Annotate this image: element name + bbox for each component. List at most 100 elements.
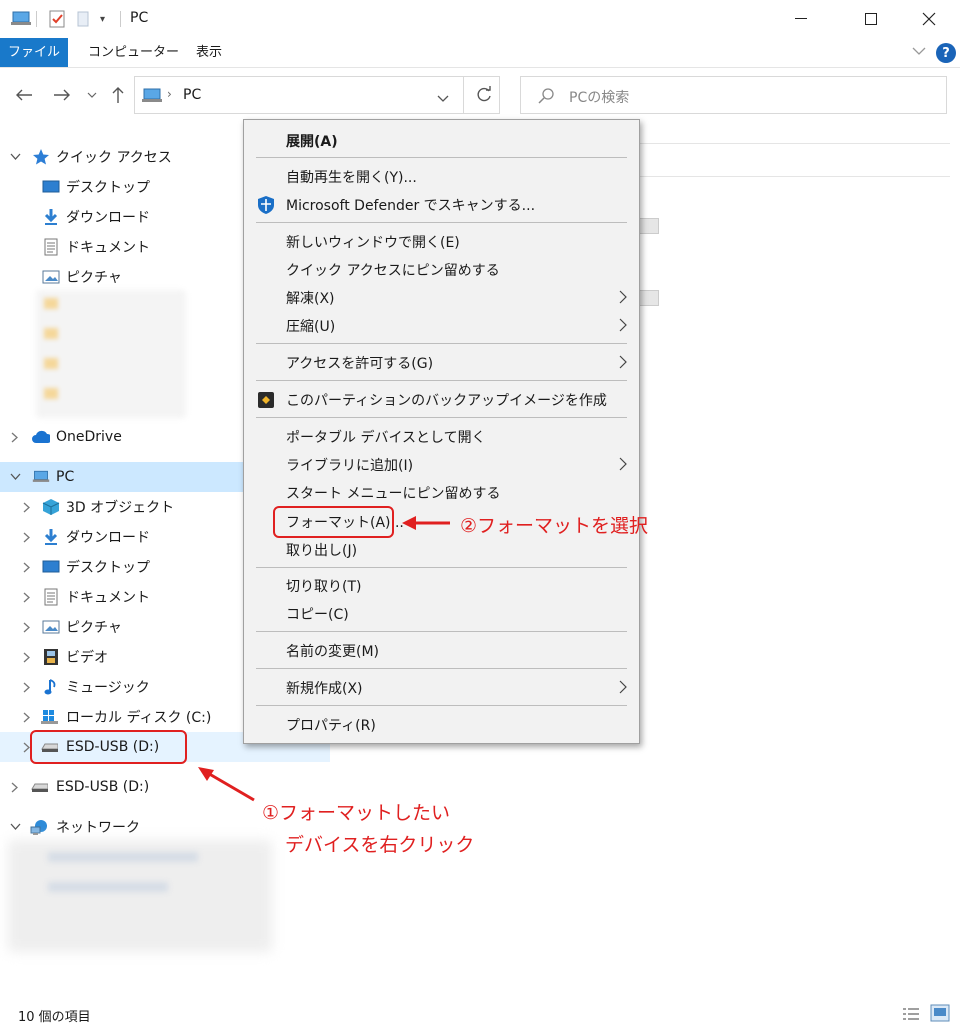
folder-icon [44, 388, 58, 399]
menu-item-give-access[interactable]: アクセスを許可する(G) [246, 350, 637, 376]
customize-toolbar-icon[interactable]: ▾ [100, 8, 105, 30]
chevron-right-icon[interactable] [20, 650, 34, 664]
chevron-right-icon[interactable] [20, 500, 34, 514]
pc-icon [10, 8, 32, 30]
search-input[interactable]: PCの検索 [520, 76, 947, 114]
navigation-bar: › PC PCの検索 [0, 74, 960, 116]
chevron-right-icon[interactable] [20, 620, 34, 634]
submenu-arrow-icon [619, 355, 627, 372]
annotation-step1-line1: ①フォーマットしたい [262, 802, 451, 824]
chevron-right-icon[interactable] [20, 590, 34, 604]
forward-button[interactable] [50, 82, 74, 108]
menu-item-pin-start[interactable]: スタート メニューにピン留めする [246, 480, 637, 506]
address-bar[interactable]: › PC [134, 76, 500, 114]
breadcrumb-pc[interactable]: PC [183, 87, 201, 103]
menu-separator [256, 668, 627, 669]
sidebar-item-label: ローカル ディスク (C:) [66, 710, 212, 726]
properties-icon[interactable] [48, 8, 66, 30]
menu-item-label: 解凍(X) [286, 291, 335, 307]
chevron-right-icon[interactable] [20, 560, 34, 574]
sidebar-item-label: デスクトップ [66, 560, 150, 576]
cube-icon [42, 498, 60, 516]
menu-item-open-portable[interactable]: ポータブル デバイスとして開く [246, 424, 637, 450]
status-bar: 10 個の項目 [0, 1000, 960, 1030]
item-count: 10 個の項目 [18, 1010, 91, 1025]
network-icon [30, 818, 48, 836]
menu-item-new[interactable]: 新規作成(X) [246, 675, 637, 701]
menu-separator [256, 380, 627, 381]
desktop-icon [42, 558, 60, 576]
sidebar-item-label: 3D オブジェクト [66, 500, 175, 516]
menu-item-rename[interactable]: 名前の変更(M) [246, 638, 637, 664]
submenu-arrow-icon [619, 318, 627, 335]
sidebar-item-label: ピクチャ [66, 270, 122, 286]
blurred-network-item [48, 852, 198, 862]
details-view-icon[interactable] [902, 1006, 920, 1026]
new-folder-icon[interactable] [76, 8, 90, 30]
sidebar-item-label: ミュージック [66, 680, 150, 696]
chevron-down-icon[interactable] [8, 150, 22, 164]
chevron-down-icon[interactable] [8, 470, 22, 484]
menu-item-label: クイック アクセスにピン留めする [286, 263, 500, 279]
menu-item-label: 名前の変更(M) [286, 644, 380, 660]
tab-file[interactable]: ファイル [0, 38, 68, 67]
chevron-right-icon[interactable] [20, 530, 34, 544]
menu-item-expand[interactable]: 展開(A) [246, 128, 637, 154]
breadcrumb-separator-icon[interactable]: › [167, 87, 172, 101]
sidebar-item-label: ネットワーク [56, 820, 140, 836]
up-button[interactable] [106, 82, 130, 108]
chevron-right-icon[interactable] [20, 680, 34, 694]
sidebar-item-label: ビデオ [66, 650, 108, 666]
help-icon[interactable]: ? [936, 43, 956, 63]
menu-item-pin-quick-access[interactable]: クイック アクセスにピン留めする [246, 257, 637, 283]
tab-view[interactable]: 表示 [182, 38, 236, 67]
chevron-right-icon[interactable] [20, 710, 34, 724]
cloud-icon [32, 428, 50, 446]
menu-item-label: 切り取り(T) [286, 579, 362, 595]
sidebar-item-label: デスクトップ [66, 180, 150, 196]
sidebar-item-label: ピクチャ [66, 620, 122, 636]
minimize-button[interactable] [778, 4, 824, 34]
chevron-down-icon[interactable] [8, 820, 22, 834]
menu-item-properties[interactable]: プロパティ(R) [246, 712, 637, 738]
annotation-highlight-usb [30, 730, 187, 764]
sidebar-item-label: ドキュメント [66, 590, 150, 606]
menu-item-eject[interactable]: 取り出し(J) [246, 537, 637, 563]
close-button[interactable] [906, 4, 952, 34]
sidebar-item-label: PC [56, 469, 75, 485]
large-icons-view-icon[interactable] [930, 1004, 950, 1026]
menu-item-extract[interactable]: 解凍(X) [246, 285, 637, 311]
ribbon: ファイル コンピューター 表示 ? [0, 38, 960, 68]
menu-item-open-new-window[interactable]: 新しいウィンドウで開く(E) [246, 229, 637, 255]
menu-item-copy[interactable]: コピー(C) [246, 601, 637, 627]
usb-drive-icon [30, 778, 48, 796]
address-dropdown-icon[interactable] [437, 91, 449, 107]
menu-item-cut[interactable]: 切り取り(T) [246, 573, 637, 599]
annotation-highlight-format [273, 506, 394, 538]
sidebar-item-label: OneDrive [56, 429, 122, 445]
menu-item-label: 取り出し(J) [286, 543, 358, 559]
menu-separator [256, 417, 627, 418]
back-button[interactable] [12, 82, 36, 108]
menu-item-defender-scan[interactable]: Microsoft Defender でスキャンする... [246, 192, 637, 218]
recent-locations-icon[interactable] [82, 82, 102, 108]
drive-usage-bar [638, 290, 659, 306]
menu-item-label: 圧縮(U) [286, 319, 336, 335]
chevron-right-icon[interactable] [8, 430, 22, 444]
menu-item-label: スタート メニューにピン留めする [286, 486, 501, 502]
menu-item-autoplay[interactable]: 自動再生を開く(Y)... [246, 164, 637, 190]
chevron-right-icon[interactable] [8, 780, 22, 794]
refresh-icon[interactable] [475, 86, 493, 108]
menu-item-compress[interactable]: 圧縮(U) [246, 313, 637, 339]
menu-item-label: ライブラリに追加(I) [286, 458, 414, 474]
menu-item-label: 新規作成(X) [286, 681, 363, 697]
menu-item-backup-image[interactable]: このパーティションのバックアップイメージを作成 [246, 387, 637, 413]
maximize-button[interactable] [848, 4, 894, 34]
menu-item-label: プロパティ(R) [286, 718, 376, 734]
expand-ribbon-icon[interactable] [912, 45, 926, 59]
menu-item-add-to-library[interactable]: ライブラリに追加(I) [246, 452, 637, 478]
submenu-arrow-icon [619, 680, 627, 697]
download-icon [42, 208, 60, 226]
tab-computer[interactable]: コンピューター [74, 38, 193, 67]
sidebar-item-label: ダウンロード [66, 530, 150, 546]
